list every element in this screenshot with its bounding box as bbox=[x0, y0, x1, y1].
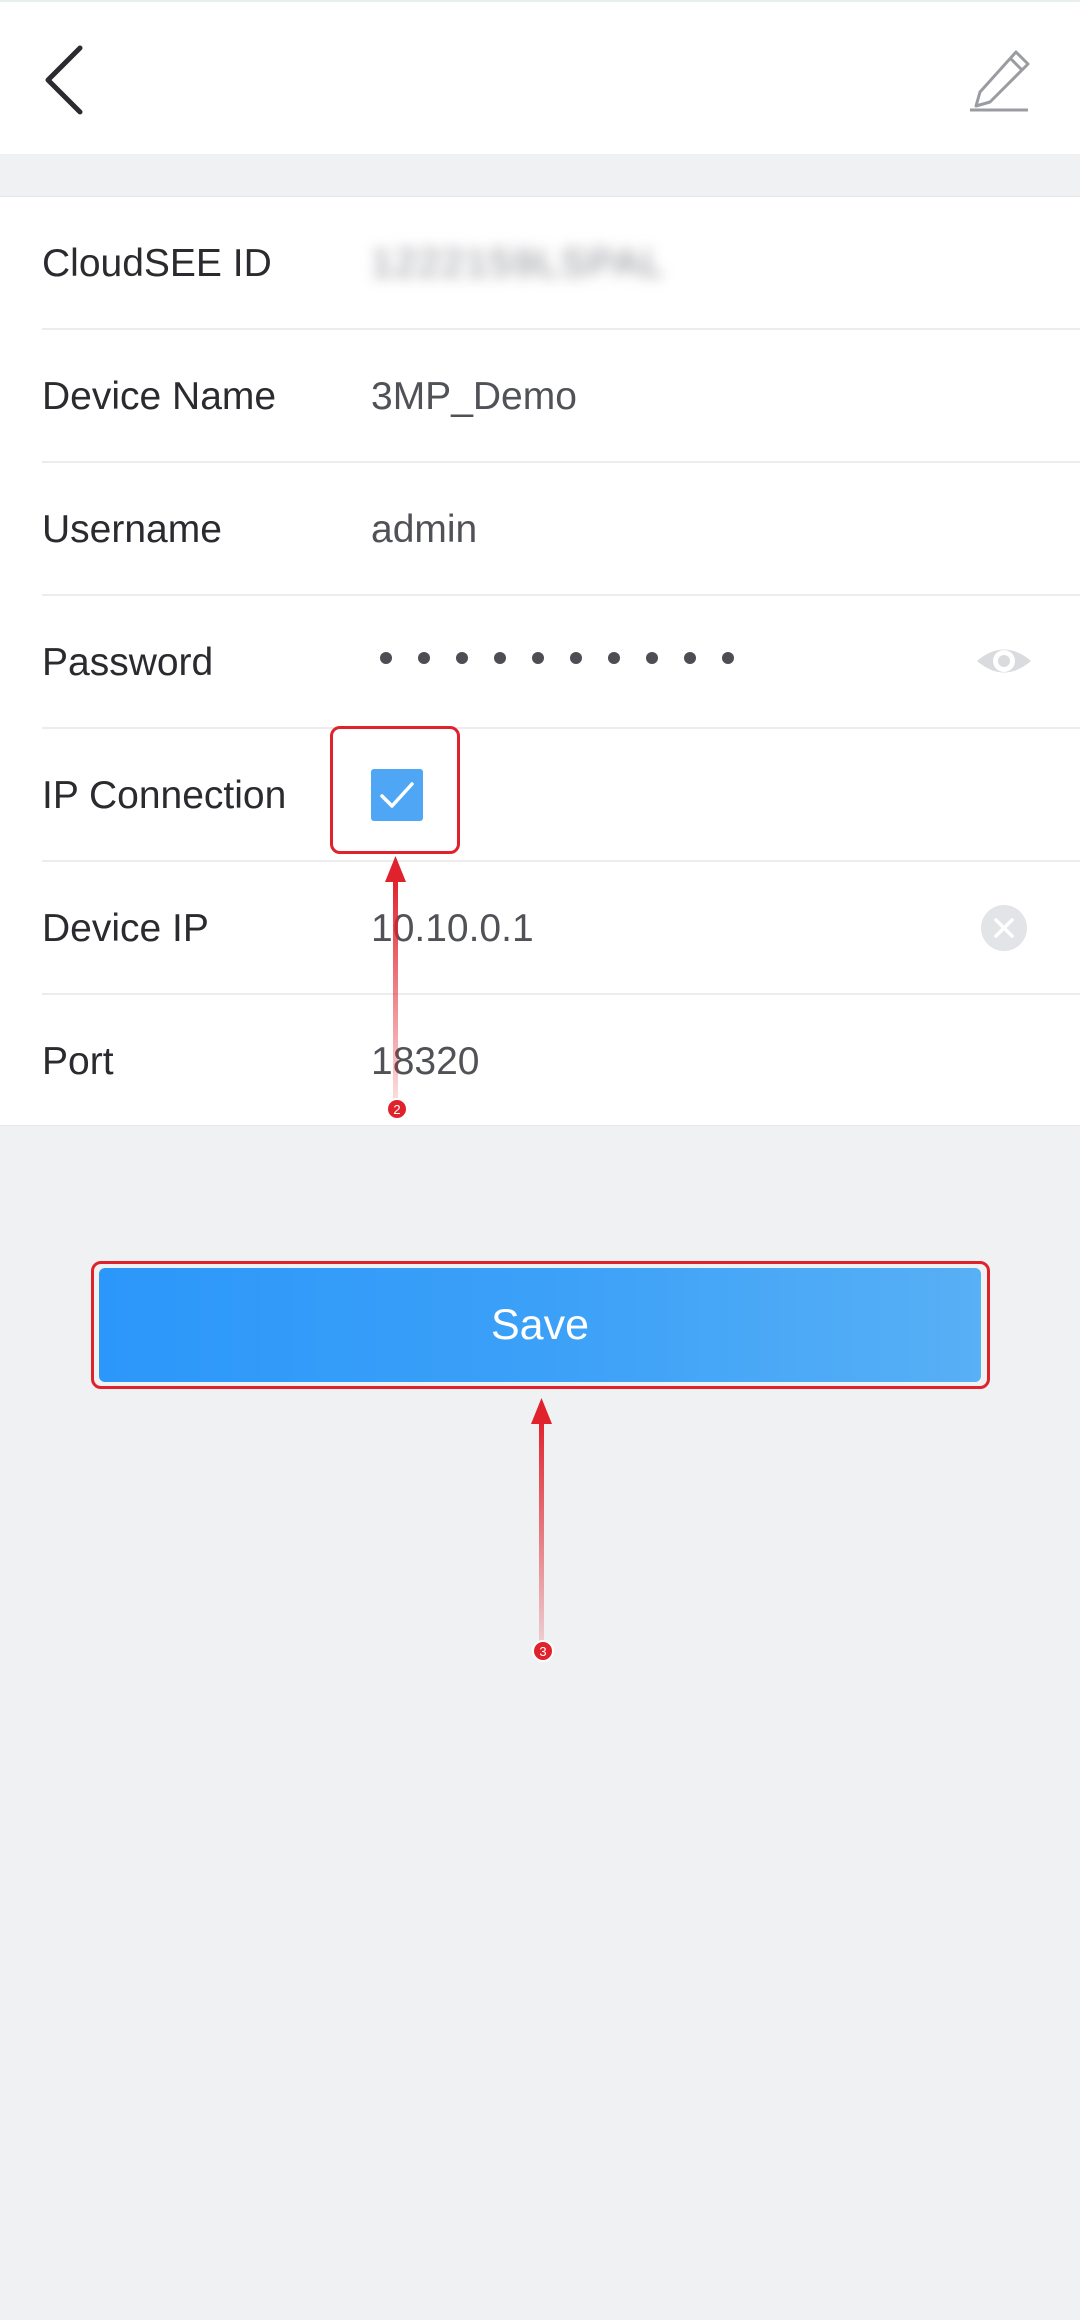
back-button[interactable] bbox=[40, 42, 100, 122]
password-mask-dot bbox=[722, 652, 734, 664]
device-ip-label: Device IP bbox=[42, 907, 209, 950]
cloudsee-id-value: 1222159LSPAL bbox=[371, 242, 666, 285]
password-mask-dot bbox=[684, 652, 696, 664]
password-mask-dot bbox=[608, 652, 620, 664]
ip-connection-checkbox[interactable] bbox=[371, 769, 423, 821]
username-field[interactable]: admin bbox=[371, 463, 477, 596]
password-mask-dot bbox=[456, 652, 468, 664]
show-password-button[interactable] bbox=[974, 636, 1034, 686]
password-field[interactable] bbox=[380, 652, 734, 664]
port-field[interactable]: 18320 bbox=[371, 995, 479, 1128]
device-settings-form: CloudSEE ID 1222159LSPAL Device Name 3MP… bbox=[0, 196, 1080, 1126]
row-device-ip[interactable]: Device IP 10.10.0.1 bbox=[42, 862, 1080, 995]
password-mask-dot bbox=[380, 652, 392, 664]
step-3-number: 3 bbox=[539, 1644, 546, 1659]
port-label: Port bbox=[42, 1040, 114, 1083]
save-button[interactable]: Save bbox=[99, 1268, 981, 1382]
row-password[interactable]: Password bbox=[42, 596, 1080, 729]
device-name-label: Device Name bbox=[42, 375, 277, 418]
password-mask-dot bbox=[494, 652, 506, 664]
password-mask-dot bbox=[570, 652, 582, 664]
edit-button[interactable] bbox=[970, 46, 1034, 112]
row-port[interactable]: Port 18320 bbox=[42, 995, 1080, 1128]
eye-icon bbox=[977, 649, 1031, 673]
row-cloudsee-id: CloudSEE ID 1222159LSPAL bbox=[42, 197, 1080, 330]
clear-ip-button[interactable] bbox=[980, 904, 1028, 952]
password-mask-dot bbox=[532, 652, 544, 664]
password-mask-dot bbox=[418, 652, 430, 664]
password-mask-dot bbox=[646, 652, 658, 664]
cloudsee-id-label: CloudSEE ID bbox=[42, 242, 272, 285]
chevron-left-icon bbox=[45, 45, 83, 115]
step-marker-3: 3 bbox=[532, 1640, 554, 1662]
checkmark-icon bbox=[380, 782, 414, 808]
row-ip-connection[interactable]: IP Connection bbox=[42, 729, 1080, 862]
clear-circle-icon bbox=[981, 905, 1027, 951]
username-label: Username bbox=[42, 508, 222, 551]
device-ip-field[interactable]: 10.10.0.1 bbox=[371, 862, 534, 995]
arrow-step-3 bbox=[531, 1398, 552, 1648]
ip-connection-label: IP Connection bbox=[42, 774, 287, 817]
row-username[interactable]: Username admin bbox=[42, 463, 1080, 596]
row-device-name[interactable]: Device Name 3MP_Demo bbox=[42, 330, 1080, 463]
pencil-icon bbox=[970, 50, 1030, 112]
device-name-field[interactable]: 3MP_Demo bbox=[371, 330, 577, 463]
section-gap bbox=[0, 154, 1080, 196]
top-bar bbox=[0, 0, 1080, 154]
password-label: Password bbox=[42, 641, 214, 684]
